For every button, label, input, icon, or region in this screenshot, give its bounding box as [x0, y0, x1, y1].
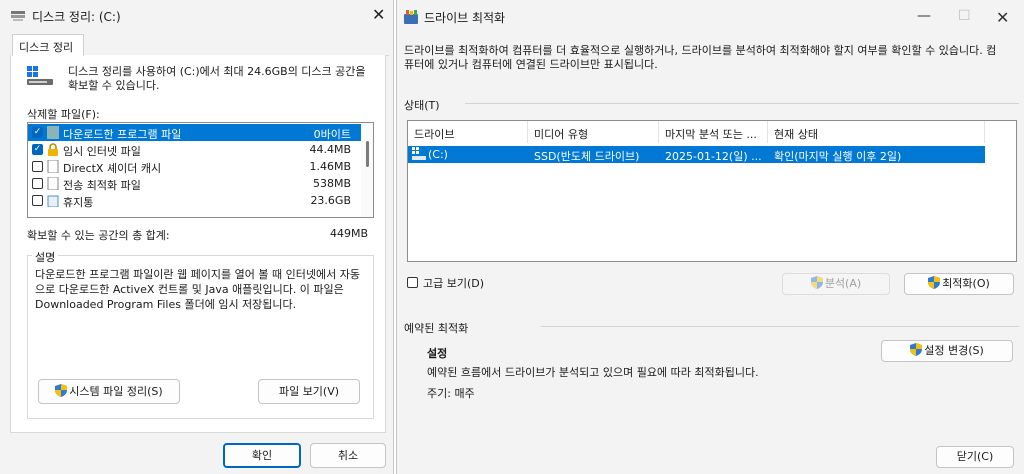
- drive-name: (C:): [428, 148, 448, 161]
- total-label: 확보할 수 있는 공간의 총 합계:: [27, 229, 170, 242]
- status-divider: [465, 103, 1019, 104]
- tab-disk-cleanup[interactable]: 디스크 정리: [12, 34, 84, 56]
- description-title: 설명: [32, 249, 59, 265]
- column-header-status[interactable]: 현재 상태: [768, 121, 985, 143]
- intro-text: 드라이브를 최적화하여 컴퓨터를 더 효율적으로 실행하거나, 드라이브를 분석…: [404, 44, 997, 71]
- item-size: 23.6GB: [310, 194, 351, 207]
- window-title: 디스크 정리: (C:): [32, 10, 121, 24]
- document-icon: [47, 176, 59, 191]
- item-label: 전송 최적화 파일: [63, 179, 141, 192]
- item-size: 1.46MB: [309, 160, 351, 173]
- frequency-text: 주기: 매주: [427, 387, 475, 400]
- disk-cleanup-app-icon: [10, 9, 26, 23]
- list-item[interactable]: 전송 최적화 파일 538MB: [28, 175, 373, 192]
- drives-list[interactable]: 드라이브 미디어 유형 마지막 분석 또는 ... 현재 상태 (C:) SSD…: [407, 120, 1017, 262]
- view-files-button[interactable]: 파일 보기(V): [258, 379, 360, 404]
- optimize-button[interactable]: 최적화(O): [904, 273, 1014, 295]
- optimize-drives-app-icon: [404, 10, 418, 24]
- minimize-icon[interactable]: —: [917, 8, 931, 24]
- document-icon: [47, 159, 59, 174]
- current-status: 확인(마지막 실행 이후 2일): [774, 150, 902, 163]
- ok-button[interactable]: 확인: [223, 443, 301, 468]
- lock-icon: [47, 143, 59, 156]
- list-item[interactable]: ✓ 다운로드한 프로그램 파일 0바이트: [28, 124, 373, 141]
- checkbox[interactable]: [32, 161, 43, 172]
- column-header-media[interactable]: 미디어 유형: [528, 121, 659, 143]
- shield-icon: [928, 276, 941, 289]
- analyze-label: 분석(A): [824, 277, 862, 290]
- drive-icon: [27, 66, 53, 86]
- column-header-last-run[interactable]: 마지막 분석 또는 ...: [659, 121, 768, 143]
- item-label: DirectX 셰이더 캐시: [63, 162, 162, 175]
- item-size: 538MB: [312, 177, 351, 190]
- cleanup-system-files-label: 시스템 파일 정리(S): [69, 385, 163, 398]
- item-size: 0바이트: [313, 128, 351, 141]
- scheduled-divider: [541, 326, 1019, 327]
- cleanup-system-files-button[interactable]: 시스템 파일 정리(S): [38, 379, 180, 404]
- advanced-view-checkbox[interactable]: [407, 277, 418, 288]
- total-value: 449MB: [330, 227, 369, 240]
- close-icon[interactable]: ✕: [996, 8, 1009, 27]
- close-button[interactable]: 닫기(C): [936, 446, 1014, 468]
- scrollbar-thumb[interactable]: [366, 141, 369, 167]
- shield-icon: [810, 276, 823, 289]
- checkbox[interactable]: ✓: [32, 127, 43, 138]
- optimize-label: 최적화(O): [942, 277, 990, 290]
- change-settings-label: 설정 변경(S): [924, 344, 984, 357]
- list-item[interactable]: 휴지통 23.6GB: [28, 192, 373, 209]
- shield-icon: [910, 343, 923, 356]
- intro-text: 디스크 정리를 사용하여 (C:)에서 최대 24.6GB의 디스크 공간을 확…: [68, 65, 366, 92]
- checkbox[interactable]: ✓: [32, 144, 43, 155]
- list-item[interactable]: ✓ 임시 인터넷 파일 44.4MB: [28, 141, 373, 158]
- checkbox[interactable]: [32, 195, 43, 206]
- column-header-drive[interactable]: 드라이브: [408, 121, 528, 143]
- shield-icon: [55, 382, 68, 397]
- cancel-button[interactable]: 취소: [310, 443, 386, 468]
- recycle-bin-icon: [47, 194, 59, 208]
- description-text: 다운로드한 프로그램 파일이란 웹 페이지를 열어 볼 때 인터넷에서 자동으로…: [35, 268, 360, 311]
- disk-cleanup-window: 디스크 정리: (C:) ✕ 디스크 정리 디스크 정리를 사용하여 (C:)에…: [0, 0, 394, 474]
- window-title: 드라이브 최적화: [424, 11, 506, 25]
- item-size: 44.4MB: [309, 143, 351, 156]
- media-type: SSD(반도체 드라이브): [534, 150, 640, 163]
- change-settings-button[interactable]: 설정 변경(S): [881, 340, 1013, 362]
- files-list[interactable]: ✓ 다운로드한 프로그램 파일 0바이트 ✓ 임시 인터넷 파일 44.4MB …: [27, 122, 374, 218]
- scheduled-label: 예약된 최적화: [404, 322, 469, 335]
- advanced-view-label: 고급 보기(D): [423, 277, 485, 290]
- folder-icon: [47, 126, 59, 139]
- status-label: 상태(T): [404, 99, 440, 112]
- table-row[interactable]: (C:) SSD(반도체 드라이브) 2025-01-12(일) ... 확인(…: [408, 146, 985, 163]
- analyze-button[interactable]: 분석(A): [782, 273, 890, 295]
- item-label: 다운로드한 프로그램 파일: [63, 128, 182, 141]
- drive-icon: [412, 147, 426, 164]
- close-icon[interactable]: ✕: [372, 5, 385, 24]
- schedule-text: 예약된 흐름에서 드라이브가 분석되고 있으며 필요에 따라 최적화됩니다.: [427, 366, 759, 379]
- checkbox[interactable]: [32, 178, 43, 189]
- maximize-icon: ☐: [958, 8, 971, 24]
- list-scrollbar[interactable]: [361, 123, 373, 217]
- item-label: 임시 인터넷 파일: [63, 145, 141, 158]
- settings-title: 설정: [427, 347, 448, 360]
- last-run: 2025-01-12(일) ...: [665, 150, 762, 163]
- list-item[interactable]: DirectX 셰이더 캐시 1.46MB: [28, 158, 373, 175]
- files-label: 삭제할 파일(F):: [27, 108, 100, 121]
- item-label: 휴지통: [63, 196, 94, 209]
